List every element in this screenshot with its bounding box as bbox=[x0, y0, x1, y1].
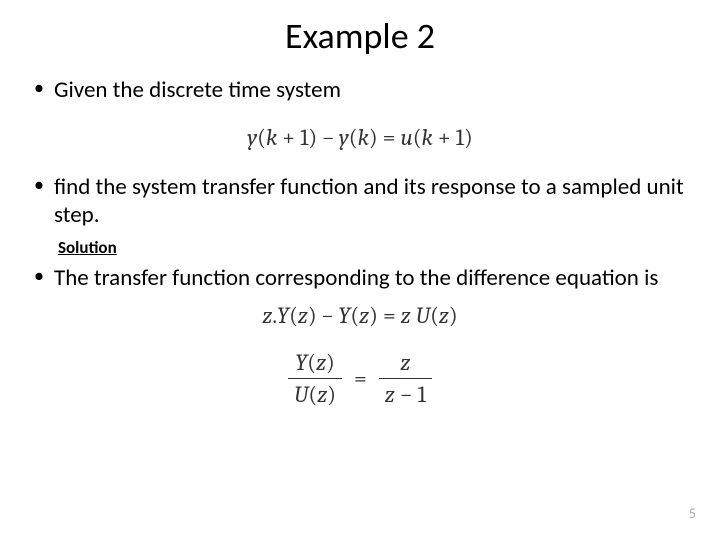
equation-transfer-function: Y(z) U(z) = z z − 1 bbox=[34, 349, 686, 408]
equation-line: Y(z) U(z) = z z − 1 bbox=[34, 349, 686, 408]
bullet-item: find the system transfer function and it… bbox=[34, 173, 686, 229]
fraction-numerator: Y(z) bbox=[288, 349, 342, 379]
fraction-rhs: z z − 1 bbox=[377, 349, 434, 408]
bullet-item: Given the discrete time system bbox=[34, 76, 686, 104]
bullet-list: The transfer function corresponding to t… bbox=[34, 264, 686, 292]
equation-ztransform: z.Y(z) − Y(z) = z U(z) bbox=[34, 302, 686, 329]
slide: Example 2 Given the discrete time system… bbox=[0, 0, 720, 540]
page-number: 5 bbox=[689, 505, 696, 522]
fraction-numerator: z bbox=[379, 349, 432, 379]
equation-text: y(k + 1) − y(k) = u(k + 1) bbox=[247, 124, 472, 151]
fraction-denominator: U(z) bbox=[288, 379, 342, 408]
bullet-list: Given the discrete time system bbox=[34, 76, 686, 104]
bullet-item: The transfer function corresponding to t… bbox=[34, 264, 686, 292]
slide-title: Example 2 bbox=[34, 14, 686, 58]
equation-text: z.Y(z) − Y(z) = z U(z) bbox=[262, 302, 457, 329]
equation-difference: y(k + 1) − y(k) = u(k + 1) bbox=[34, 124, 686, 151]
fraction-denominator: z − 1 bbox=[379, 379, 432, 408]
bullet-list: find the system transfer function and it… bbox=[34, 173, 686, 229]
equals-sign: = bbox=[354, 365, 367, 392]
solution-heading: Solution bbox=[58, 237, 686, 258]
fraction-lhs: Y(z) U(z) bbox=[286, 349, 344, 408]
